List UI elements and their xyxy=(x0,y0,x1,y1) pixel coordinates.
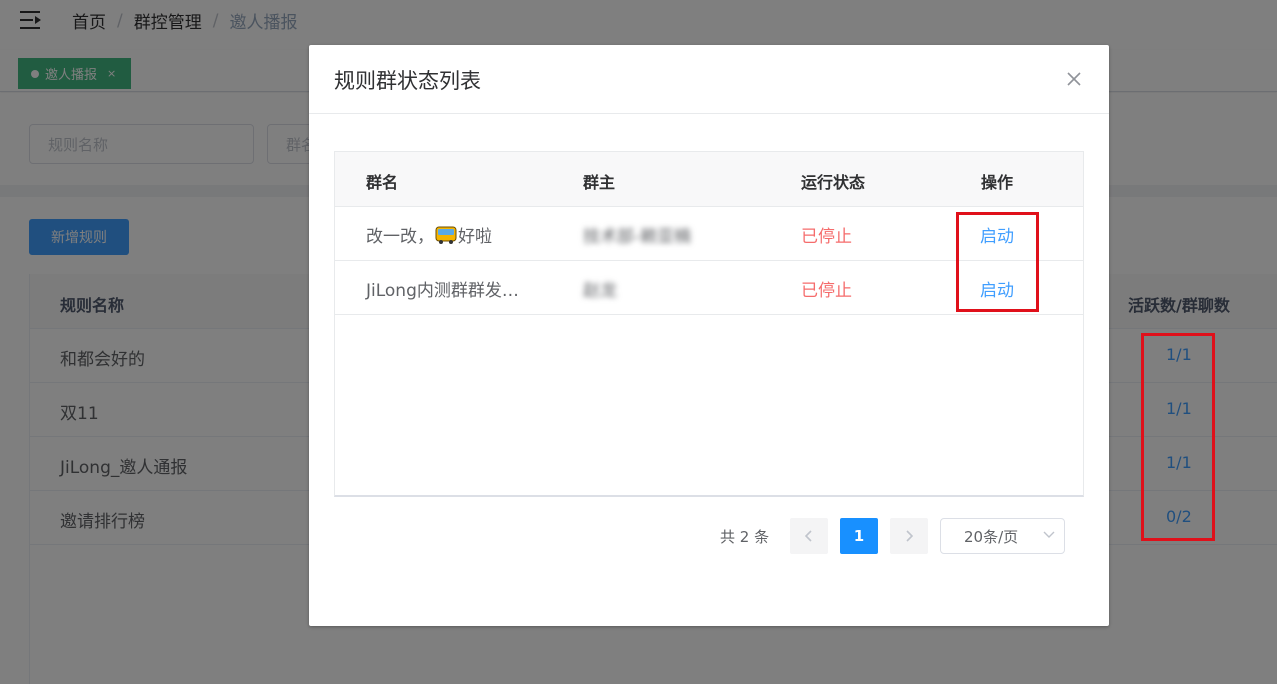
group-status-dialog: 规则群状态列表 群名 群主 运行状态 操作 改一改， 好啦 技术部-赖亚楠 已停止… xyxy=(309,45,1109,626)
prev-page-button[interactable] xyxy=(790,518,828,554)
group-name-cell: 改一改， 好啦 xyxy=(366,222,492,247)
bus-emoji-icon xyxy=(435,226,457,244)
group-name-suffix: 好啦 xyxy=(458,227,492,247)
group-name-cell: JiLong内测群群发… xyxy=(366,281,519,301)
chevron-down-icon xyxy=(1043,531,1055,538)
dialog-divider xyxy=(309,113,1109,114)
group-status-table: 群名 群主 运行状态 操作 改一改， 好啦 技术部-赖亚楠 已停止 启动 JiLo… xyxy=(334,151,1084,497)
close-icon[interactable] xyxy=(1064,69,1084,89)
owner-cell-blurred: 赵龙 xyxy=(583,281,617,301)
group-name-prefix: 改一改， xyxy=(366,227,434,247)
header-status: 运行状态 xyxy=(801,173,866,192)
header-action: 操作 xyxy=(981,173,1014,192)
group-table-header: 群名 群主 运行状态 操作 xyxy=(335,152,1083,207)
status-stopped: 已停止 xyxy=(801,281,852,301)
highlight-box-start-actions xyxy=(956,212,1039,312)
chevron-left-icon xyxy=(804,530,812,542)
chevron-right-icon xyxy=(906,530,914,542)
pagination: 共 2 条 1 20条/页 xyxy=(309,518,1109,554)
page-size-select[interactable]: 20条/页 xyxy=(940,518,1065,554)
pagination-total: 共 2 条 xyxy=(720,528,770,546)
status-stopped: 已停止 xyxy=(801,227,852,247)
dialog-title: 规则群状态列表 xyxy=(334,69,481,93)
page-size-value: 20条/页 xyxy=(964,527,1019,546)
header-group-name: 群名 xyxy=(366,173,399,192)
highlight-box-active-count xyxy=(1141,333,1215,541)
page-number-current[interactable]: 1 xyxy=(840,518,878,554)
owner-cell-blurred: 技术部-赖亚楠 xyxy=(583,227,692,247)
header-owner: 群主 xyxy=(583,173,616,192)
next-page-button[interactable] xyxy=(890,518,928,554)
